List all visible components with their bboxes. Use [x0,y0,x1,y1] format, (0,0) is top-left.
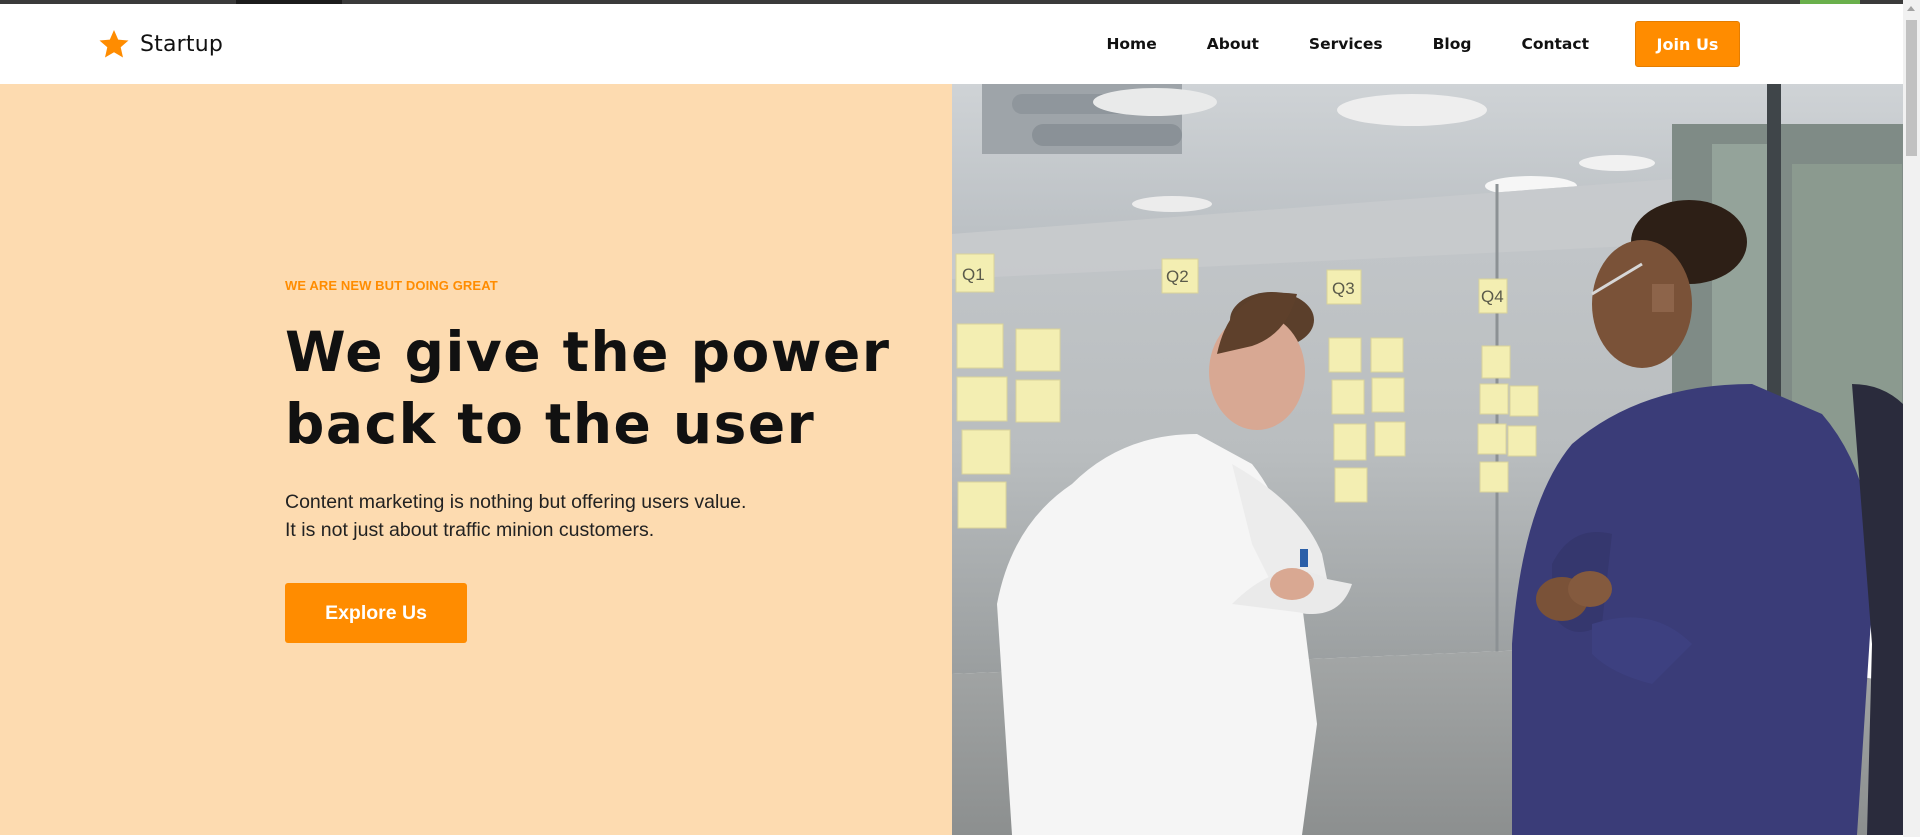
nav-contact[interactable]: Contact [1521,35,1589,53]
hero-image: Q1 Q2 Q3 Q4 [952,84,1903,835]
brand-logo[interactable]: Startup [98,26,223,62]
sticky-note-q2: Q2 [1166,267,1189,286]
hero-section: WE ARE NEW BUT DOING GREAT We give the p… [0,84,952,835]
hero-subtext: Content marketing is nothing but offerin… [285,488,746,544]
hero-headline: We give the power back to the user [285,316,925,460]
sticky-note-q3: Q3 [1332,279,1355,298]
sticky-note-q4: Q4 [1481,287,1504,306]
hero-headline-line: back to the user [285,392,816,456]
scroll-up-arrow-icon[interactable] [1907,6,1915,11]
nav-services[interactable]: Services [1309,35,1383,53]
nav-blog[interactable]: Blog [1433,35,1472,53]
hero-headline-line: We give the power [285,320,891,384]
nav-home[interactable]: Home [1106,35,1156,53]
nav-about[interactable]: About [1207,35,1259,53]
hero-eyebrow: WE ARE NEW BUT DOING GREAT [285,278,498,293]
sticky-note-q1: Q1 [962,265,985,284]
hero-subtext-line: Content marketing is nothing but offerin… [285,491,747,513]
explore-us-button[interactable]: Explore Us [285,583,467,643]
page-scrollbar[interactable] [1903,0,1920,837]
star-icon [99,30,129,58]
site-header: Startup Home About Services Blog Contact… [0,4,1903,84]
brand-name: Startup [140,31,224,57]
office-photo-illustration: Q1 Q2 Q3 Q4 [952,84,1903,835]
main-nav: Home About Services Blog Contact Join Us [1106,21,1740,67]
hero-subtext-line: It is not just about traffic minion cust… [285,519,655,541]
join-us-button[interactable]: Join Us [1635,21,1740,67]
scroll-thumb[interactable] [1906,20,1917,156]
